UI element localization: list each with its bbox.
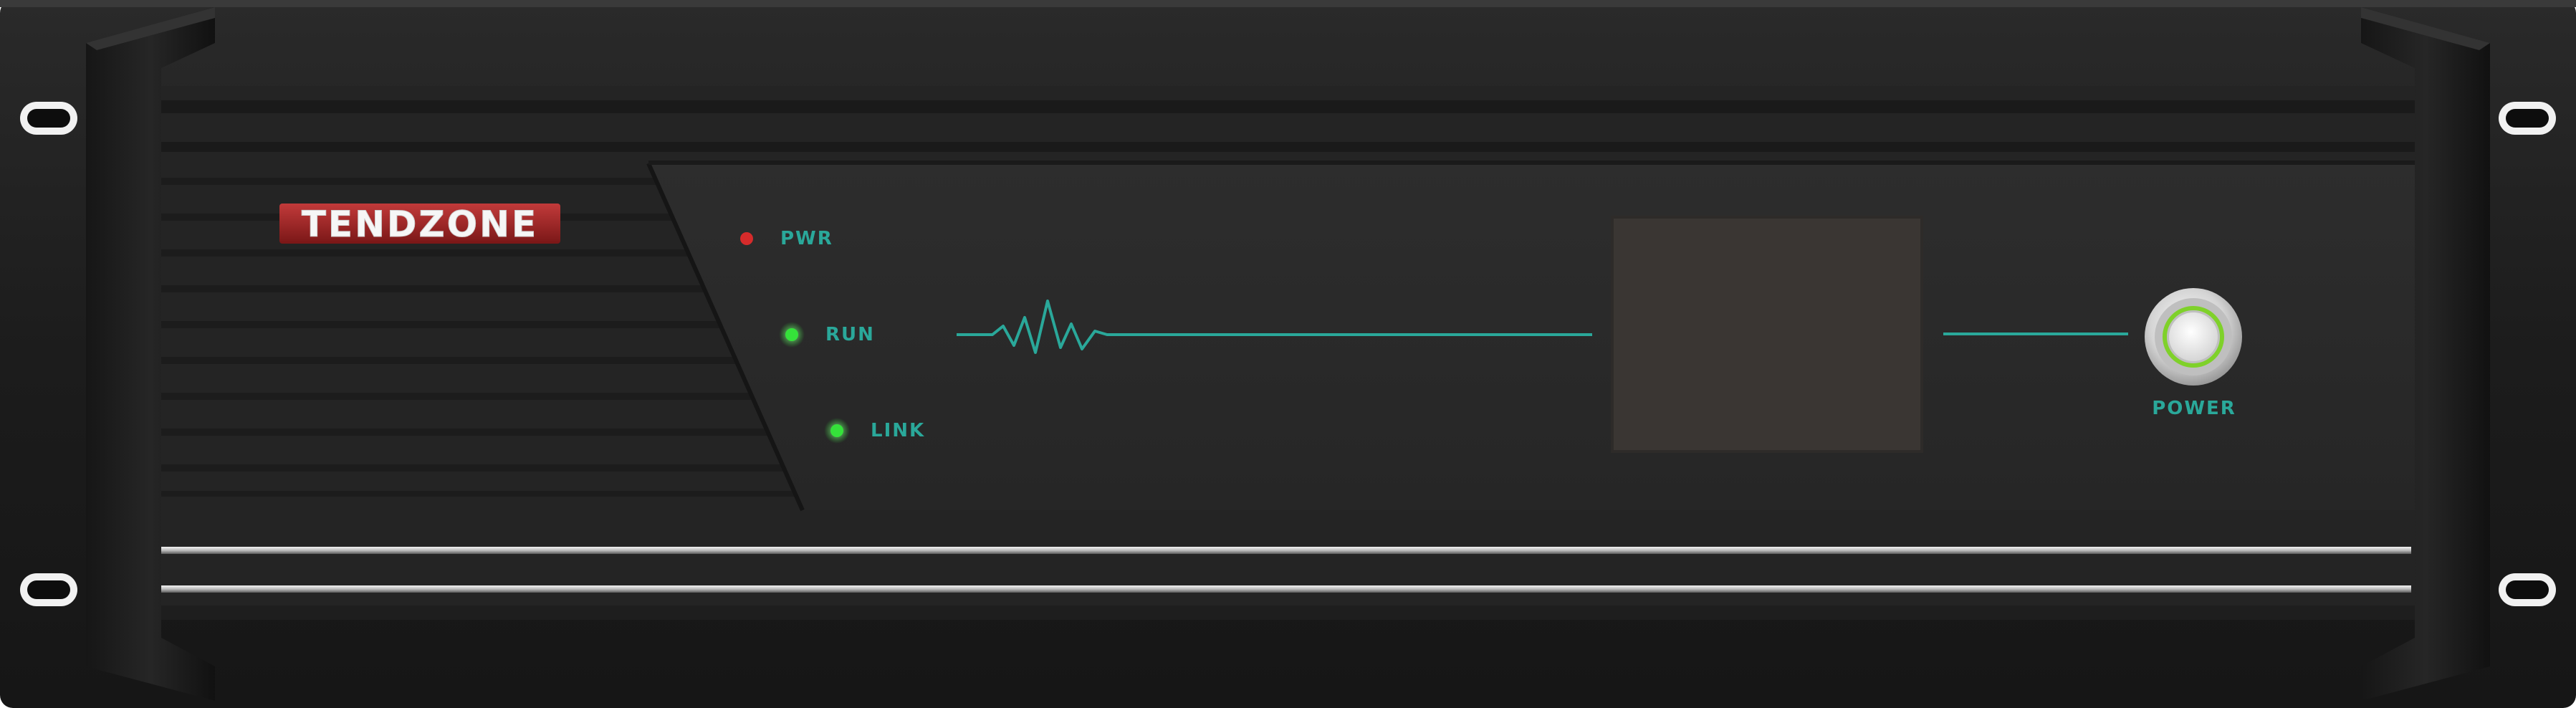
indicator-link: LINK (824, 418, 925, 444)
display-screen (1612, 217, 1922, 451)
indicator-run: RUN (779, 322, 875, 348)
power-button[interactable] (2145, 288, 2242, 386)
brand-logo-text: TENDZONE (302, 204, 538, 245)
brand-logo: TENDZONE (279, 204, 560, 246)
run-led (785, 328, 798, 341)
link-led (830, 424, 843, 437)
run-label: RUN (825, 324, 875, 345)
power-button-label: POWER (2152, 398, 2236, 419)
accent-line-lower (161, 585, 2411, 593)
rack-device-front-panel: TENDZONE PWR RUN LINK POWER (0, 0, 2576, 708)
pwr-led (740, 232, 753, 245)
pwr-label: PWR (780, 228, 833, 249)
link-label: LINK (871, 420, 925, 441)
accent-line-upper (161, 547, 2411, 554)
